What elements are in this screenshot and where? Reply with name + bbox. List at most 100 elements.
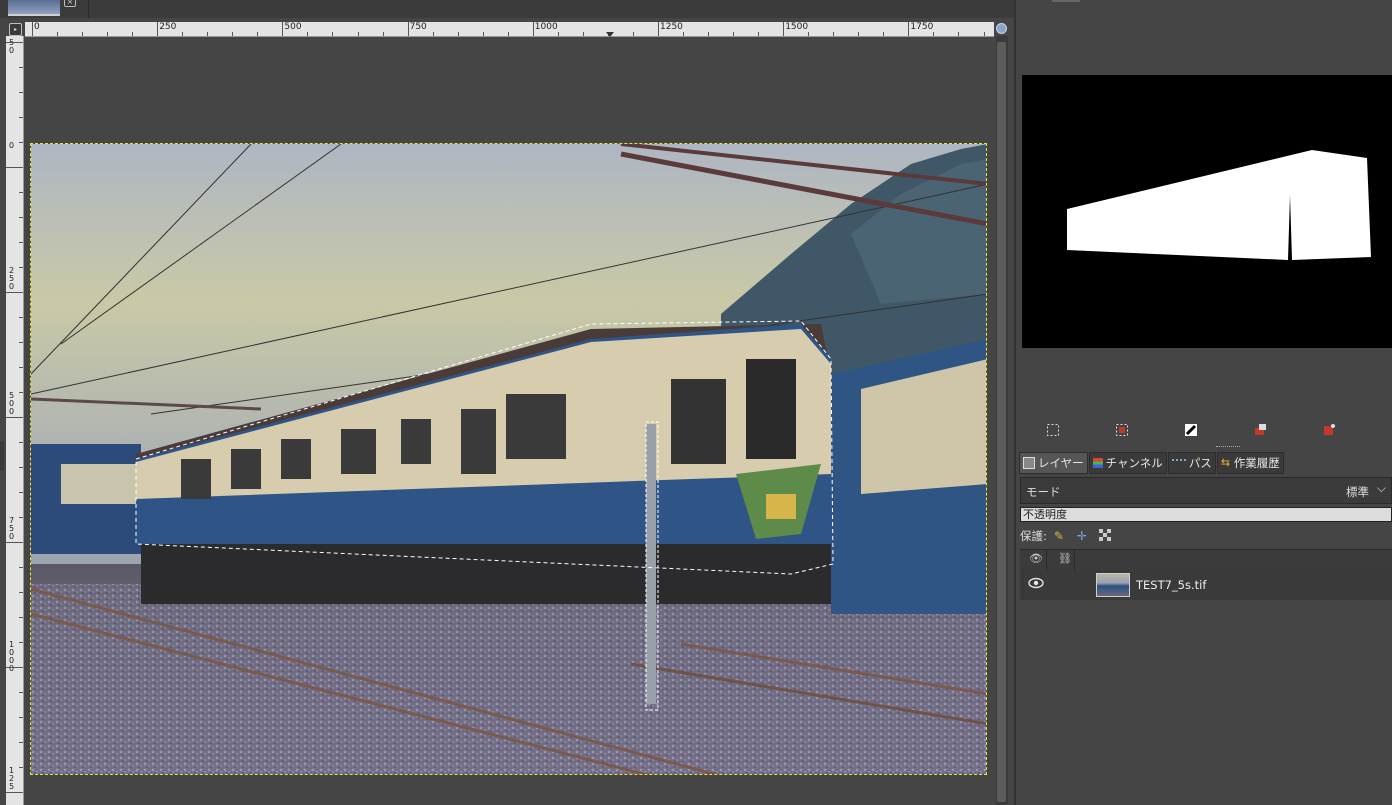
select-invert-icon[interactable] <box>1182 423 1200 441</box>
ruler-tick <box>407 22 409 36</box>
ruler-tick <box>19 592 23 593</box>
ruler-label: 0 <box>34 22 40 32</box>
ruler-tick <box>482 32 484 36</box>
ruler-tick <box>382 32 384 36</box>
ruler-tick <box>107 32 109 36</box>
ruler-label: 250 <box>159 22 177 32</box>
layer-thumbnail[interactable] <box>1096 573 1130 597</box>
ruler-tick <box>19 267 23 268</box>
ruler-tick <box>783 22 785 36</box>
ruler-tick <box>19 467 23 468</box>
ruler-tick <box>6 417 23 418</box>
ruler-tick <box>19 317 23 318</box>
tab-paths[interactable]: パス <box>1167 452 1216 474</box>
ruler-tick <box>19 392 23 393</box>
selection-editor-preview[interactable] <box>1022 75 1392 348</box>
tab-paths-label: パス <box>1188 456 1212 470</box>
chevron-down-icon: ⌵ <box>1376 481 1386 495</box>
ruler-tick <box>182 32 184 36</box>
dock-top-indicator <box>1052 0 1080 2</box>
ruler-tick <box>19 717 23 718</box>
ruler-tick <box>282 22 284 36</box>
image-canvas[interactable] <box>30 143 987 775</box>
ruler-tick <box>19 692 23 693</box>
tab-channels-label: チャンネル <box>1105 456 1163 470</box>
select-none-icon[interactable] <box>1113 423 1131 441</box>
ruler-tick <box>6 292 23 293</box>
opacity-spinscale[interactable]: 不透明度 <box>1020 507 1392 522</box>
close-tab-icon[interactable]: × <box>64 0 76 7</box>
ruler-tick <box>933 32 935 36</box>
ruler-tick <box>958 32 960 36</box>
channels-icon <box>1092 458 1103 468</box>
tab-layers-label: レイヤー <box>1038 456 1084 470</box>
ruler-tick <box>733 32 735 36</box>
ruler-tick <box>19 217 23 218</box>
horizontal-ruler[interactable]: 0 250 500 750 1000 1250 1500 1750 <box>25 22 994 37</box>
ruler-tick <box>19 742 23 743</box>
lock-position-icon[interactable]: ✛ <box>1075 529 1089 543</box>
ruler-tick <box>19 92 23 93</box>
tab-separator <box>88 0 89 18</box>
selection-mask-preview <box>1067 150 1371 260</box>
selection-to-channel-icon[interactable] <box>1251 423 1269 441</box>
vertical-scrollbar-thumb[interactable] <box>997 42 1006 802</box>
mode-value: 標準 <box>1346 485 1369 499</box>
ruler-tick <box>307 32 309 36</box>
ruler-tick <box>257 32 259 36</box>
layers-list-header: 👁 ⛓ <box>1020 549 1392 572</box>
ruler-label: 1250 <box>660 22 683 32</box>
ruler-label: 500 <box>284 22 302 32</box>
navigate-icon[interactable] <box>996 23 1007 34</box>
ruler-tick <box>19 342 23 343</box>
ruler-tick <box>19 517 23 518</box>
ruler-tick <box>683 32 685 36</box>
select-all-icon[interactable] <box>1044 423 1062 441</box>
visibility-column-eye-icon: 👁 <box>1029 552 1043 565</box>
ruler-tick <box>207 32 209 36</box>
ruler-tick <box>19 617 23 618</box>
layer-name[interactable]: TEST7_5s.tif <box>1136 578 1206 592</box>
layer-mode-dropdown[interactable]: モード 標準 ⌵ <box>1020 477 1392 504</box>
lock-row: 保護: ✎ ✛ <box>1020 527 1112 545</box>
tab-undo-history[interactable]: ⇆ 作業履歴 <box>1216 452 1284 474</box>
dock-tabs: レイヤー チャンネル パス ⇆ 作業履歴 <box>1019 452 1285 474</box>
image-tab-bar: × <box>0 0 1014 18</box>
ruler-pointer-marker <box>606 32 614 37</box>
lock-alpha-icon[interactable] <box>1098 529 1112 543</box>
ruler-label: 500 <box>8 391 15 416</box>
tab-layers[interactable]: レイヤー <box>1019 452 1088 474</box>
quick-mask-menu-button[interactable]: ▸ <box>9 23 22 36</box>
ruler-label: 1000 <box>534 22 558 32</box>
ruler-tick <box>6 792 23 793</box>
layer-visibility-eye-icon[interactable] <box>1028 577 1044 593</box>
tab-channels[interactable]: チャンネル <box>1088 452 1167 474</box>
ruler-tick <box>132 32 134 36</box>
ruler-tick <box>658 22 659 36</box>
selection-to-path-icon[interactable] <box>1320 423 1338 441</box>
train-photo <box>31 144 986 774</box>
ruler-tick <box>19 442 23 443</box>
ruler-tick <box>858 32 860 36</box>
ruler-tick <box>833 32 835 36</box>
ruler-label: 1750 <box>910 22 934 32</box>
ruler-tick <box>332 32 334 36</box>
left-dock-handle[interactable] <box>0 441 4 471</box>
ruler-tick <box>507 32 509 36</box>
ruler-tick <box>632 32 634 36</box>
ruler-tick <box>32 22 33 36</box>
ruler-tick <box>6 167 23 168</box>
ruler-tick <box>532 22 534 36</box>
ruler-label: 1500 <box>785 22 809 32</box>
dock-grip-handle[interactable] <box>1216 446 1240 450</box>
layer-row[interactable]: TEST7_5s.tif <box>1020 571 1392 600</box>
header-separator <box>1074 550 1075 571</box>
ruler-tick <box>758 32 760 36</box>
lock-pixels-icon[interactable]: ✎ <box>1052 529 1066 543</box>
ruler-tick <box>357 32 359 36</box>
vertical-ruler[interactable]: 5002505007501000125 <box>6 36 24 805</box>
image-tab-thumbnail[interactable] <box>8 0 60 16</box>
vertical-scrollbar[interactable] <box>996 36 1008 805</box>
ruler-tick <box>6 667 23 668</box>
ruler-tick <box>808 32 810 36</box>
